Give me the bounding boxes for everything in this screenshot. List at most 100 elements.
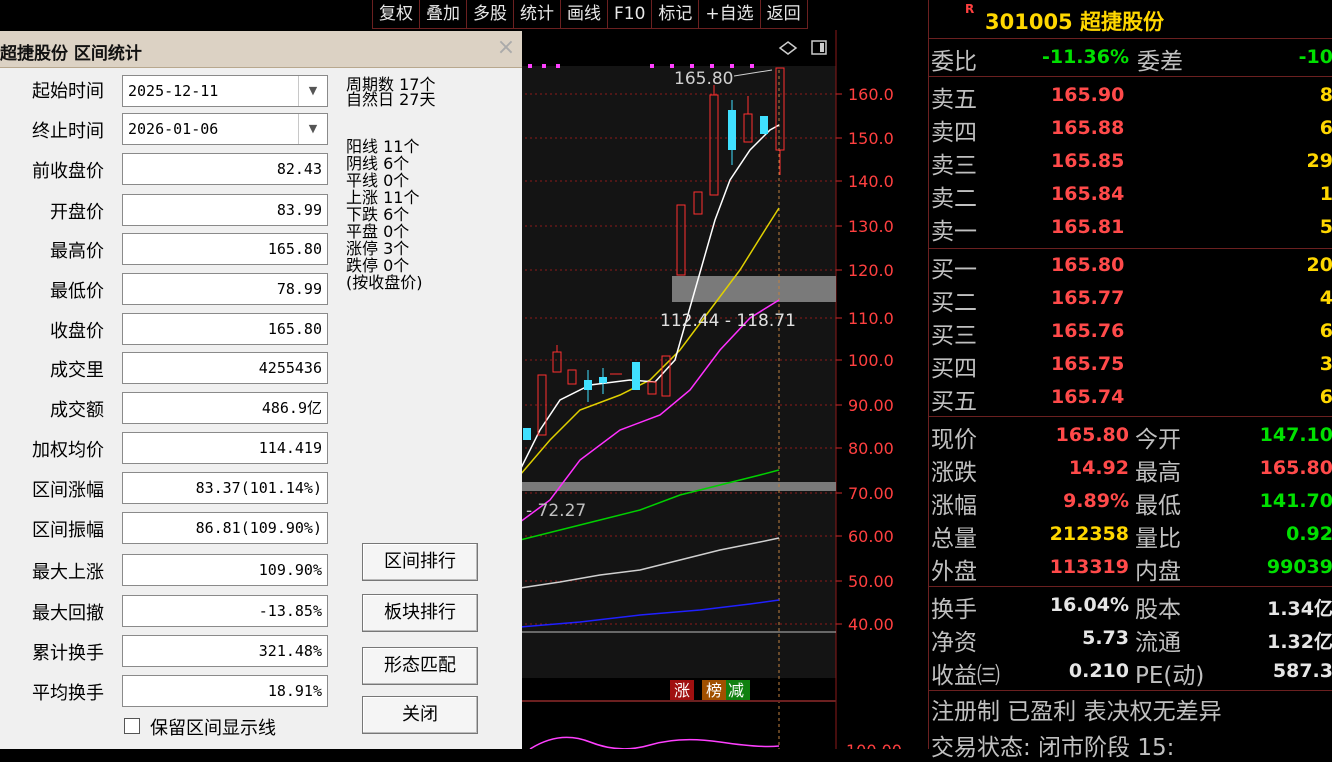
buy-level-row[interactable]: 买五 165.74 6 — [929, 382, 1332, 415]
buy-level-label: 买一 — [931, 257, 977, 283]
field-label: 区间振幅 — [32, 520, 104, 541]
keep-range-line-checkbox[interactable] — [124, 718, 140, 734]
quote-fundamental-row: 换手 16.04% 股本 1.34亿 — [929, 590, 1332, 623]
dialog-title: 超捷股份 区间统计 — [0, 44, 142, 64]
pattern-match-button[interactable]: 形态匹配 — [362, 647, 478, 685]
price-label: 90.00 — [848, 396, 894, 415]
sell-level-price: 165.85 — [1051, 150, 1125, 172]
quote-stat-label: 今开 — [1135, 427, 1181, 453]
close-button[interactable]: 关闭 — [362, 696, 478, 734]
quote-stat-label: 股本 — [1135, 597, 1181, 623]
end-time-value: 2026-01-06 — [128, 120, 219, 138]
toolbar-fuquan-button[interactable]: 复权 — [372, 0, 420, 29]
stock-code-name: 301005 超捷股份 — [985, 10, 1164, 34]
price-label: 50.00 — [848, 572, 894, 591]
quote-stat-value: 587.3 — [1272, 660, 1332, 682]
start-time-select[interactable]: 2025-12-11 ▼ — [122, 75, 328, 107]
quote-stat-value: 0.92 — [1286, 523, 1332, 545]
buy-level-row[interactable]: 买二 165.77 4 — [929, 283, 1332, 316]
toolbar-add-watchlist-button[interactable]: +自选 — [699, 0, 761, 29]
quote-stat-row: 外盘 113319 内盘 99039 — [929, 552, 1332, 585]
sell-level-row[interactable]: 卖二 165.84 1 — [929, 179, 1332, 212]
field-value: 165.80 — [122, 313, 328, 345]
stat-limit-up-count: 涨停 3个 — [346, 239, 410, 258]
separator — [929, 690, 1332, 691]
buy-level-volume: 4 — [1319, 287, 1332, 309]
close-icon[interactable]: × — [494, 36, 518, 60]
quote-stat-value: 113319 — [1049, 556, 1129, 578]
buy-level-price: 165.75 — [1051, 353, 1125, 375]
field-value: 83.37(101.14%) — [122, 472, 328, 504]
sell-level-price: 165.88 — [1051, 117, 1125, 139]
sell-level-row[interactable]: 卖三 165.85 29 — [929, 146, 1332, 179]
toolbar-multi-stock-button[interactable]: 多股 — [467, 0, 514, 29]
sell-level-volume: 8 — [1319, 84, 1332, 106]
field-label: 成交额 — [50, 400, 104, 421]
listing-note: 注册制 已盈利 表决权无差异 — [931, 699, 1222, 725]
quote-stat-row: 现价 165.80 今开 147.10 — [929, 420, 1332, 453]
quote-stat-value: 147.10 — [1259, 424, 1332, 446]
buy-level-volume: 20 — [1306, 254, 1332, 276]
sell-level-label: 卖三 — [931, 153, 977, 179]
quote-stat-label: 现价 — [931, 427, 977, 453]
buy-level-price: 165.77 — [1051, 287, 1125, 309]
separator — [929, 38, 1332, 39]
quote-stat-label: 最高 — [1135, 460, 1181, 486]
kline-chart[interactable]: 160.0 150.0 140.0 130.0 120.0 110.0 100.… — [520, 30, 928, 749]
buy-level-row[interactable]: 买一 165.80 20 — [929, 250, 1332, 283]
stat-unchanged-count: 平盘 0个 — [346, 222, 410, 241]
field-value: 114.419 — [122, 432, 328, 464]
range-band-lower — [520, 482, 836, 491]
toolbar-draw-line-button[interactable]: 画线 — [561, 0, 608, 29]
sell-level-row[interactable]: 卖四 165.88 6 — [929, 113, 1332, 146]
price-label: 40.00 — [848, 615, 894, 634]
buy-level-row[interactable]: 买四 165.75 3 — [929, 349, 1332, 382]
trading-status: 交易状态: 闭市阶段 15: — [931, 735, 1175, 761]
chevron-down-icon[interactable]: ▼ — [298, 114, 327, 144]
end-time-select[interactable]: 2026-01-06 ▼ — [122, 113, 328, 145]
sector-ranking-button[interactable]: 板块排行 — [362, 594, 478, 632]
buy-level-row[interactable]: 买三 165.76 6 — [929, 316, 1332, 349]
start-time-label: 起始时间 — [32, 81, 104, 102]
field-value: -13.85% — [122, 595, 328, 627]
toolbar-mark-button[interactable]: 标记 — [652, 0, 700, 29]
top-toolbar: 复权 叠加 多股 统计 画线 F10 标记 +自选 返回 — [372, 0, 920, 30]
badge-up[interactable]: 涨 — [674, 681, 690, 700]
toolbar-overlay-button[interactable]: 叠加 — [420, 0, 467, 29]
badge-list[interactable]: 榜 — [706, 681, 722, 700]
sell-level-row[interactable]: 卖一 165.81 5 — [929, 212, 1332, 245]
toolbar-f10-button[interactable]: F10 — [608, 0, 653, 29]
weicha-label: 委差 — [1137, 49, 1183, 75]
field-label: 最大回撤 — [32, 603, 104, 624]
buy-level-price: 165.74 — [1051, 386, 1125, 408]
chevron-down-icon[interactable]: ▼ — [298, 76, 327, 106]
toolbar-statistics-button[interactable]: 统计 — [514, 0, 561, 29]
field-label: 最低价 — [50, 281, 104, 302]
quote-stat-label: 流通 — [1135, 630, 1181, 656]
r-badge: R — [965, 2, 975, 16]
quote-stat-value: 14.92 — [1068, 457, 1129, 479]
field-label: 开盘价 — [50, 202, 104, 223]
quote-stat-row: 总量 212358 量比 0.92 — [929, 519, 1332, 552]
end-time-label: 终止时间 — [32, 121, 104, 142]
quote-stat-label: 净资 — [931, 630, 977, 656]
buy-level-label: 买四 — [931, 356, 977, 382]
price-label: 100.0 — [848, 351, 894, 370]
price-label: 140.0 — [848, 172, 894, 191]
quote-stat-value: 5.73 — [1082, 627, 1129, 649]
diamond-icon[interactable] — [778, 41, 798, 55]
price-label: 60.00 — [848, 527, 894, 546]
buy-level-volume: 6 — [1319, 386, 1332, 408]
sell-level-price: 165.90 — [1051, 84, 1125, 106]
quote-stat-value: 141.70 — [1259, 490, 1332, 512]
quote-stat-label: 总量 — [931, 526, 977, 552]
separator — [929, 76, 1332, 77]
dialog-title-bar[interactable]: 超捷股份 区间统计 × — [0, 31, 522, 68]
sell-level-volume: 1 — [1319, 183, 1332, 205]
sell-level-row[interactable]: 卖五 165.90 8 — [929, 80, 1332, 113]
badge-down[interactable]: 减 — [728, 681, 744, 700]
toolbar-back-button[interactable]: 返回 — [760, 0, 808, 29]
indicator-line — [529, 736, 780, 749]
stat-up-count: 上涨 11个 — [346, 188, 420, 207]
range-ranking-button[interactable]: 区间排行 — [362, 543, 478, 581]
